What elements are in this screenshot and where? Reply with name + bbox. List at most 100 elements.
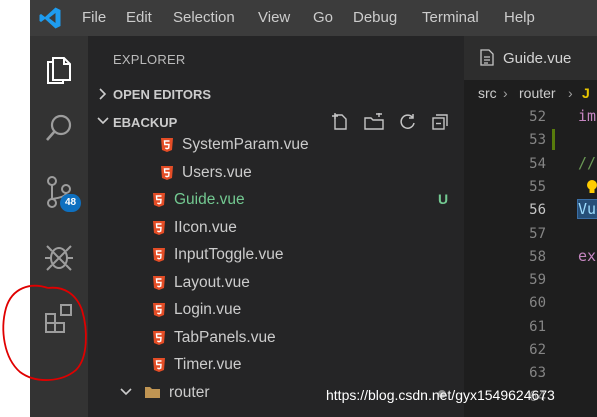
- refresh-icon: [400, 114, 415, 129]
- folder-open-icon: [145, 386, 160, 398]
- file-row[interactable]: Layout.vue: [88, 270, 464, 297]
- workspace-section[interactable]: EBACKUP: [88, 110, 464, 134]
- vscode-window: File Edit Selection View Go Debug Termin…: [30, 0, 597, 417]
- search-activity[interactable]: [30, 104, 88, 152]
- scm-count-badge: 48: [60, 194, 81, 212]
- menu-help[interactable]: Help: [504, 9, 535, 27]
- code-line: impor: [578, 107, 597, 125]
- file-name: Guide.vue: [174, 191, 245, 208]
- new-folder-button[interactable]: [364, 112, 384, 132]
- vue-file-icon: [153, 303, 165, 317]
- line-number: 59: [529, 272, 546, 289]
- file-row[interactable]: Guide.vue U: [88, 187, 464, 214]
- breadcrumb-js-file[interactable]: J: [582, 85, 590, 101]
- line-number: 54: [529, 155, 546, 172]
- menu-selection[interactable]: Selection: [173, 9, 235, 27]
- file-name: InputToggle.vue: [174, 246, 284, 263]
- search-icon: [46, 114, 72, 141]
- gutter-change-marker: [552, 129, 555, 151]
- code-line: },: [578, 340, 597, 358]
- git-status-badge: U: [438, 191, 449, 207]
- line-number: 52: [529, 109, 546, 125]
- file-name: IIcon.vue: [174, 218, 237, 236]
- file-name: TabPanels.vue: [174, 328, 276, 346]
- code-line: p: [578, 293, 597, 311]
- code-line: expor: [578, 246, 597, 265]
- file-name: Layout.vue: [174, 273, 250, 291]
- new-file-button[interactable]: [330, 112, 350, 132]
- menu-file[interactable]: File: [82, 9, 106, 27]
- line-number: 63: [529, 365, 546, 382]
- file-row[interactable]: InputToggle.vue: [88, 242, 464, 269]
- line-number: 58: [529, 248, 546, 265]
- tab-guide-vue[interactable]: Guide.vue: [464, 36, 597, 80]
- file-name: Login.vue: [174, 301, 242, 318]
- menu-view[interactable]: View: [258, 9, 290, 27]
- tab-label: Guide.vue: [503, 50, 572, 67]
- vue-file-icon: [153, 193, 165, 207]
- refresh-button[interactable]: [398, 112, 418, 132]
- file-row[interactable]: Users.vue: [88, 160, 464, 187]
- vue-file-icon: [153, 275, 165, 290]
- vue-file-icon: [153, 330, 165, 345]
- vue-file-icon: [153, 220, 165, 235]
- menu-go[interactable]: Go: [313, 9, 333, 27]
- file-icon: [480, 49, 494, 66]
- explorer-sidebar: EXPLORER OPEN EDITORS EBACKUP SystemPara…: [88, 36, 464, 417]
- workspace-actions: [330, 112, 460, 132]
- line-number: 62: [529, 342, 546, 358]
- file-row[interactable]: SystemParam.vue: [88, 132, 464, 159]
- menu-debug[interactable]: Debug: [353, 9, 397, 27]
- file-name: Timer.vue: [174, 356, 242, 373]
- file-row[interactable]: Timer.vue: [88, 352, 464, 379]
- code-line: {: [578, 363, 597, 381]
- collapse-all-icon: [432, 114, 448, 130]
- open-editors-label: OPEN EDITORS: [113, 87, 212, 102]
- code-line: // im: [578, 153, 597, 172]
- file-name: SystemParam.vue: [182, 136, 309, 153]
- collapse-all-button[interactable]: [430, 112, 450, 132]
- code-line: Vue.u: [576, 199, 597, 220]
- menu-terminal[interactable]: Terminal: [422, 9, 479, 27]
- workspace-label: EBACKUP: [113, 115, 178, 130]
- explorer-activity[interactable]: [30, 44, 88, 92]
- chevron-down-icon: [97, 117, 109, 125]
- debug-icon: [45, 245, 73, 271]
- line-number: 61: [529, 318, 546, 335]
- chevron-right-icon: [99, 88, 107, 100]
- source-control-activity[interactable]: [30, 168, 88, 216]
- line-number: 53: [529, 132, 546, 149]
- vue-file-icon: [153, 248, 165, 262]
- breadcrumb-src[interactable]: src: [478, 85, 497, 101]
- file-row[interactable]: IIcon.vue: [88, 215, 464, 242]
- new-folder-icon: [364, 113, 384, 130]
- line-number: 60: [529, 295, 546, 312]
- open-editors-section[interactable]: OPEN EDITORS: [88, 82, 464, 106]
- breadcrumb: src › router › J: [464, 80, 597, 106]
- breadcrumb-router[interactable]: router: [519, 85, 556, 101]
- vscode-logo-icon: [39, 7, 61, 29]
- line-number: 56: [529, 202, 546, 219]
- code-line: c: [578, 317, 597, 335]
- file-row[interactable]: Login.vue: [88, 297, 464, 324]
- menu-bar: File Edit Selection View Go Debug Termin…: [30, 0, 597, 36]
- file-name: Users.vue: [182, 163, 252, 181]
- code-line: {: [578, 270, 597, 288]
- vue-file-icon: [153, 358, 165, 372]
- debug-activity[interactable]: [30, 232, 88, 280]
- menu-edit[interactable]: Edit: [126, 9, 152, 27]
- breadcrumb-separator-icon: ›: [568, 85, 573, 101]
- explorer-title: EXPLORER: [113, 52, 186, 67]
- lightbulb-icon[interactable]: [586, 179, 597, 195]
- code-line: p: [578, 387, 597, 405]
- vue-file-icon: [161, 165, 173, 180]
- breadcrumb-separator-icon: ›: [503, 85, 508, 101]
- watermark-text: https://blog.csdn.net/gyx1549624673: [326, 387, 555, 403]
- tab-bar: Guide.vue: [464, 36, 597, 80]
- file-row[interactable]: TabPanels.vue: [88, 325, 464, 352]
- line-number: 57: [529, 225, 546, 242]
- vue-file-icon: [161, 138, 173, 152]
- editor-area: Guide.vue src › router › J 52 impor 53 54 //…: [464, 36, 597, 417]
- files-icon: [47, 57, 71, 84]
- annotation-circle: [2, 284, 87, 381]
